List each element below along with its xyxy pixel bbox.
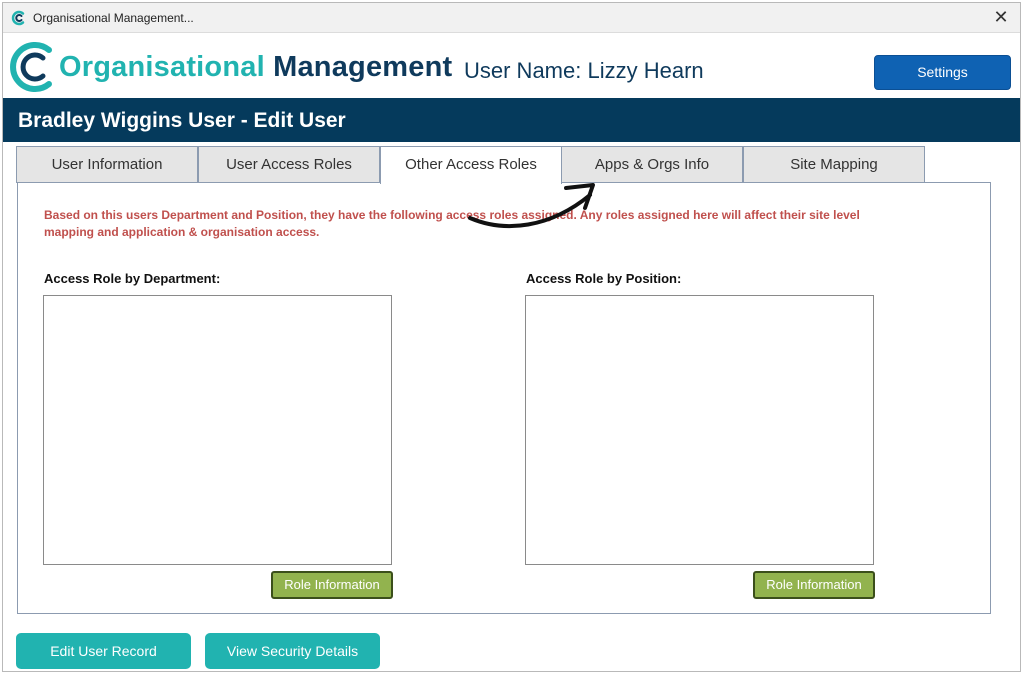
department-roles-list[interactable] [43, 295, 392, 565]
tab-content-panel: Based on this users Department and Posit… [17, 182, 991, 614]
brand-word-management: Management [273, 51, 453, 83]
department-roles-label: Access Role by Department: [44, 271, 221, 286]
position-role-information-button[interactable]: Role Information [753, 571, 875, 599]
close-icon[interactable]: ✕ [990, 6, 1012, 28]
brand-logo-icon [10, 42, 52, 92]
tab-user-access-roles[interactable]: User Access Roles [198, 146, 380, 183]
edit-user-record-button[interactable]: Edit User Record [16, 633, 191, 669]
title-bar: Organisational Management... ✕ [3, 3, 1020, 33]
window-title: Organisational Management... [33, 11, 194, 25]
brand-word-organisational: Organisational [59, 51, 265, 83]
tab-site-mapping[interactable]: Site Mapping [743, 146, 925, 183]
app-logo-icon [11, 10, 25, 26]
settings-button[interactable]: Settings [874, 55, 1011, 90]
info-note: Based on this users Department and Posit… [44, 208, 860, 239]
page-title: Bradley Wiggins User - Edit User [18, 109, 346, 132]
user-name-label: User Name: Lizzy Hearn [464, 58, 704, 83]
app-window: Organisational Management... ✕ Organisat… [2, 2, 1021, 672]
view-security-details-button[interactable]: View Security Details [205, 633, 380, 669]
page-header: Bradley Wiggins User - Edit User [3, 98, 1020, 142]
tab-other-access-roles[interactable]: Other Access Roles [380, 146, 562, 184]
tab-user-information[interactable]: User Information [16, 146, 198, 183]
position-roles-list[interactable] [525, 295, 874, 565]
tab-apps-orgs-info[interactable]: Apps & Orgs Info [561, 146, 743, 183]
position-roles-label: Access Role by Position: [526, 271, 682, 286]
brand-title: Organisational Management [59, 51, 452, 84]
department-role-information-button[interactable]: Role Information [271, 571, 393, 599]
